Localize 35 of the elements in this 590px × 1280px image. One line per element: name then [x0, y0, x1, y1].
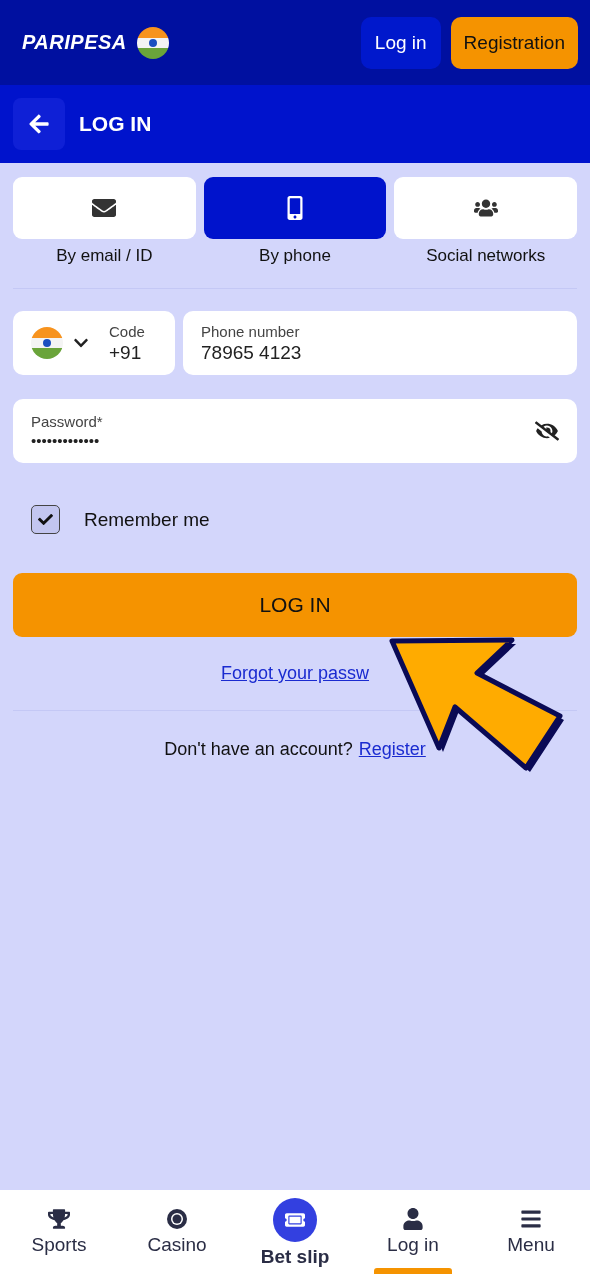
ticket-icon [273, 1198, 317, 1242]
chip-icon [166, 1208, 188, 1230]
login-method-tab[interactable] [203, 177, 387, 239]
flag-icon [31, 327, 63, 359]
login-method-tab[interactable] [13, 177, 196, 239]
registration-button[interactable]: Registration [450, 16, 578, 69]
password-field[interactable]: Password* ••••••••••••• [13, 399, 577, 463]
tab-label: By phone [259, 246, 331, 266]
register-link[interactable]: Register [358, 739, 426, 760]
tab-label: By email / ID [56, 246, 153, 266]
nav-item[interactable]: Sports [0, 1190, 118, 1280]
check-icon [38, 512, 53, 527]
nav-item[interactable]: Menu [472, 1190, 590, 1280]
remember-checkbox[interactable] [31, 505, 60, 534]
nav-item[interactable]: Log in [354, 1190, 472, 1280]
country-code-field[interactable]: Code +91 [13, 311, 175, 375]
login-button[interactable]: Log in [360, 16, 441, 69]
remember-label: Remember me [84, 508, 210, 531]
arrow-left-icon [28, 113, 50, 135]
flag-icon [136, 26, 169, 59]
no-account-text: Don't have an account? [164, 739, 353, 760]
tab-label: Social networks [426, 246, 546, 266]
phone-number-field[interactable]: Phone number 78965 4123 [183, 311, 577, 375]
page-title: LOG IN [79, 112, 152, 136]
nav-item[interactable]: Casino [118, 1190, 236, 1280]
envelope-icon [92, 196, 117, 220]
user-icon [402, 1208, 424, 1230]
logo[interactable]: PARIPESA [22, 31, 127, 54]
forgot-password-link[interactable]: Forgot your passw [220, 663, 370, 684]
login-submit-button[interactable]: LOG IN [13, 573, 577, 637]
trophy-icon [48, 1208, 70, 1230]
eye-slash-icon[interactable] [535, 419, 559, 443]
nav-item[interactable]: Bet slip [236, 1190, 354, 1280]
menu-icon [520, 1208, 542, 1230]
back-button[interactable] [13, 98, 65, 150]
